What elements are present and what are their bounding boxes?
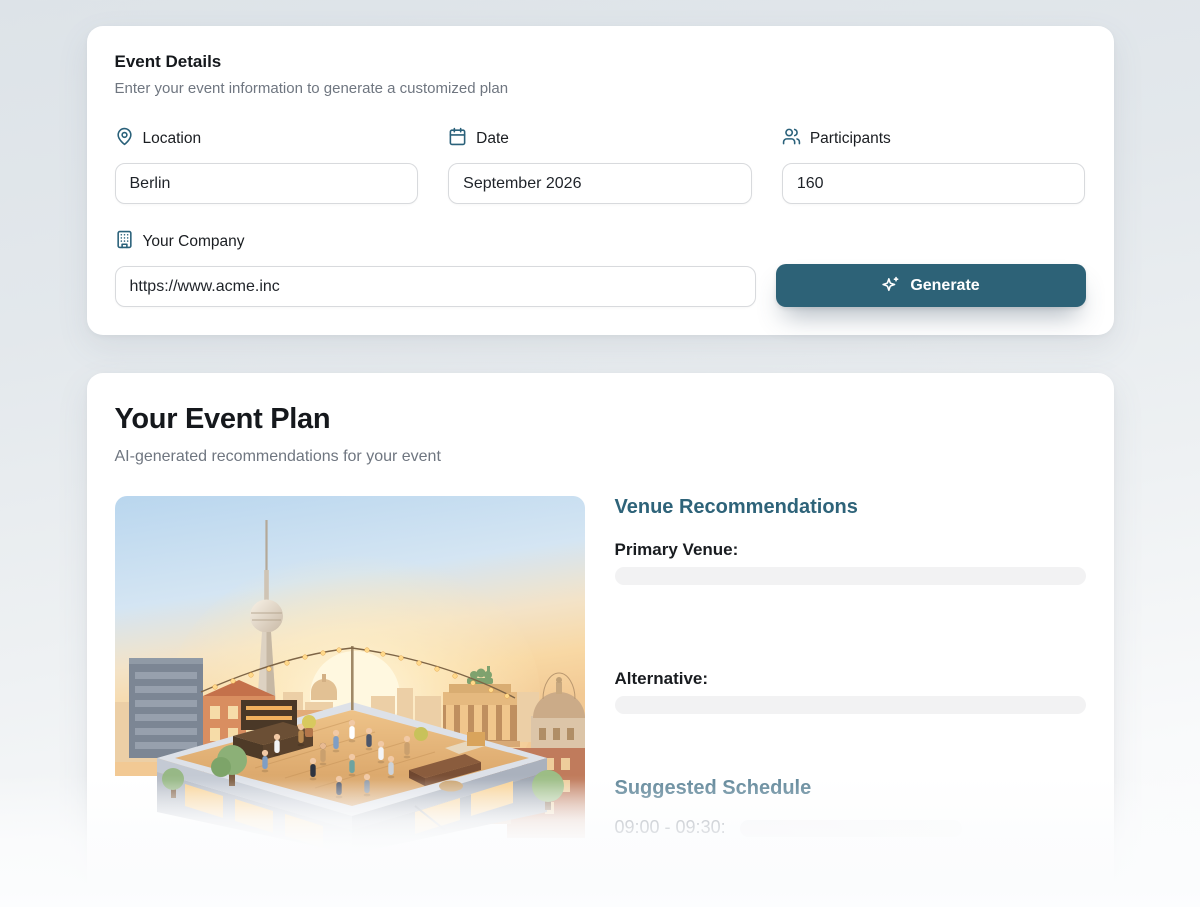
event-plan-title: Your Event Plan [115, 403, 1086, 436]
location-field-group: Location [115, 127, 419, 204]
company-url-input[interactable] [115, 266, 756, 307]
primary-venue-label: Primary Venue: [615, 540, 1086, 560]
venue-recommendations-heading: Venue Recommendations [615, 496, 1086, 519]
event-details-subtitle: Enter your event information to generate… [115, 80, 1086, 97]
location-label: Location [115, 127, 419, 151]
users-icon [782, 127, 801, 151]
plan-details-column: Venue Recommendations Primary Venue: Alt… [615, 496, 1086, 838]
date-field-group: Date [448, 127, 752, 204]
generate-button[interactable]: Generate [776, 264, 1086, 307]
schedule-slot-time: 09:00 - 09:30: [615, 817, 726, 838]
location-input[interactable] [115, 163, 419, 204]
map-pin-icon [115, 127, 134, 151]
calendar-icon [448, 127, 467, 151]
alternative-venue-skeleton [615, 696, 1086, 714]
participants-label-text: Participants [810, 130, 891, 148]
participants-field-group: Participants [782, 127, 1086, 204]
building-icon [115, 230, 134, 254]
participants-input[interactable] [782, 163, 1086, 204]
company-label-text: Your Company [143, 233, 245, 251]
event-plan-card: Your Event Plan AI-generated recommendat… [87, 373, 1114, 907]
date-input[interactable] [448, 163, 752, 204]
generate-button-label: Generate [910, 277, 979, 295]
alternative-venue-label: Alternative: [615, 669, 1086, 689]
schedule-slot-row: 09:00 - 09:30: [615, 817, 1086, 838]
event-plan-body: Venue Recommendations Primary Venue: Alt… [115, 496, 1086, 854]
company-label: Your Company [115, 230, 756, 254]
date-label: Date [448, 127, 752, 151]
suggested-schedule-heading: Suggested Schedule [615, 777, 1086, 800]
page-content: Event Details Enter your event informati… [87, 0, 1114, 907]
event-fields-row: Location Date Participants [115, 127, 1086, 204]
event-plan-subtitle: AI-generated recommendations for your ev… [115, 448, 1086, 466]
event-details-title: Event Details [115, 52, 1086, 72]
rooftop-party-illustration [115, 496, 585, 854]
date-label-text: Date [476, 130, 509, 148]
company-row: Your Company Generate [115, 230, 1086, 307]
participants-label: Participants [782, 127, 1086, 151]
event-details-card: Event Details Enter your event informati… [87, 26, 1114, 335]
location-label-text: Location [143, 130, 202, 148]
primary-venue-skeleton [615, 567, 1086, 585]
schedule-slot-skeleton [740, 820, 962, 837]
company-field-group: Your Company [115, 230, 756, 307]
sparkles-icon [881, 276, 900, 295]
